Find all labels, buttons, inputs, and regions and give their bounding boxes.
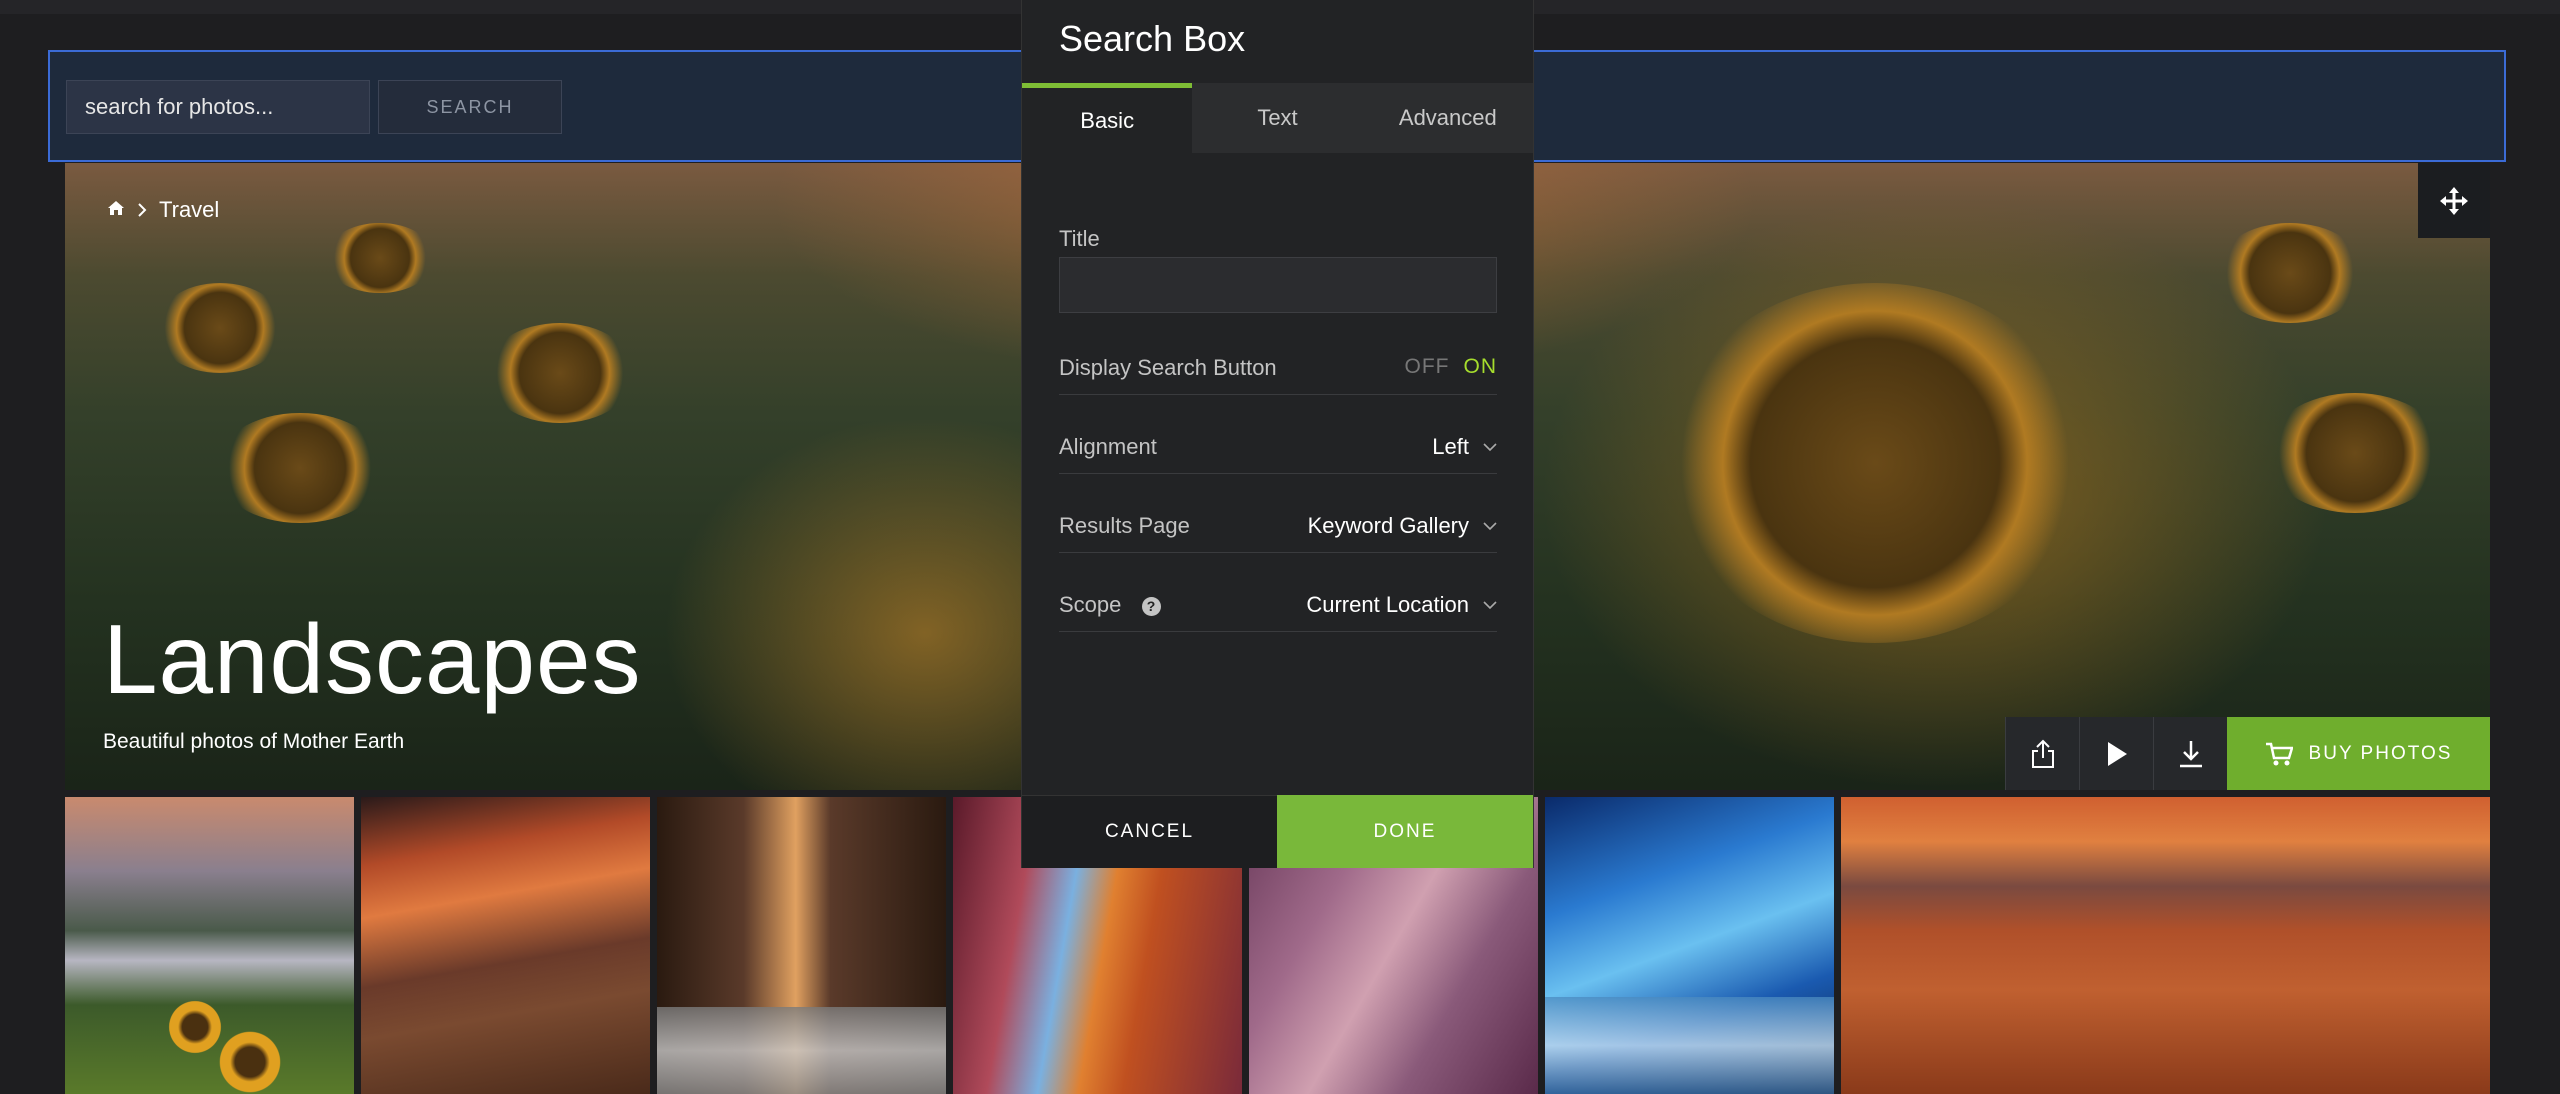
display-search-button-row: Display Search Button OFF ON bbox=[1059, 345, 1497, 395]
alignment-value: Left bbox=[1432, 434, 1469, 459]
move-icon bbox=[2440, 186, 2468, 215]
results-page-row[interactable]: Results Page Keyword Gallery bbox=[1059, 503, 1497, 553]
gallery-thumbnail[interactable] bbox=[657, 797, 946, 1094]
page-title: Landscapes bbox=[103, 604, 642, 714]
sunflower-decoration bbox=[155, 283, 285, 373]
tab-basic[interactable]: Basic bbox=[1022, 83, 1193, 153]
scope-row[interactable]: Scope ? Current Location bbox=[1059, 582, 1497, 632]
sunflower-decoration bbox=[325, 223, 435, 293]
done-button[interactable]: DONE bbox=[1277, 795, 1533, 868]
tab-text[interactable]: Text bbox=[1192, 83, 1363, 153]
results-page-label: Results Page bbox=[1059, 513, 1190, 538]
gallery-thumbnail[interactable] bbox=[361, 797, 650, 1094]
page-subtitle: Beautiful photos of Mother Earth bbox=[103, 730, 405, 753]
gallery-thumbnail[interactable] bbox=[1545, 797, 1834, 1094]
scope-value: Current Location bbox=[1306, 592, 1469, 617]
sunflower-decoration bbox=[2265, 393, 2445, 513]
alignment-row[interactable]: Alignment Left bbox=[1059, 424, 1497, 474]
breadcrumb: Travel bbox=[107, 197, 219, 223]
buy-photos-label: BUY PHOTOS bbox=[2308, 742, 2453, 764]
cart-icon bbox=[2265, 742, 2293, 765]
move-handle[interactable] bbox=[2418, 163, 2490, 238]
download-icon bbox=[2179, 740, 2202, 767]
sunflower-decoration bbox=[1665, 283, 2085, 643]
share-icon bbox=[2031, 739, 2054, 768]
dialog-title: Search Box bbox=[1059, 18, 1246, 59]
title-field-label: Title bbox=[1059, 226, 1100, 251]
home-icon[interactable] bbox=[107, 197, 125, 223]
search-box-settings-dialog: Search Box Basic Text Advanced Title Dis… bbox=[1021, 0, 1534, 868]
toggle-off[interactable]: OFF bbox=[1405, 355, 1450, 379]
sunflower-decoration bbox=[215, 413, 385, 523]
chevron-down-icon bbox=[1483, 521, 1497, 530]
breadcrumb-current[interactable]: Travel bbox=[159, 197, 219, 223]
hero-action-bar: BUY PHOTOS bbox=[2005, 717, 2490, 790]
cancel-button[interactable]: CANCEL bbox=[1022, 795, 1277, 868]
search-button[interactable]: SEARCH bbox=[378, 80, 562, 134]
slideshow-button[interactable] bbox=[2079, 717, 2153, 790]
chevron-down-icon bbox=[1483, 600, 1497, 609]
share-button[interactable] bbox=[2005, 717, 2079, 790]
dialog-footer: CANCEL DONE bbox=[1022, 795, 1533, 868]
results-page-value: Keyword Gallery bbox=[1307, 513, 1469, 538]
tab-advanced[interactable]: Advanced bbox=[1362, 83, 1533, 153]
toggle-on[interactable]: ON bbox=[1464, 355, 1498, 379]
display-search-button-label: Display Search Button bbox=[1059, 355, 1277, 380]
scope-label: Scope ? bbox=[1059, 592, 1161, 618]
alignment-label: Alignment bbox=[1059, 434, 1157, 459]
help-icon[interactable]: ? bbox=[1141, 596, 1161, 616]
chevron-right-icon bbox=[137, 197, 147, 223]
download-button[interactable] bbox=[2153, 717, 2227, 790]
search-input[interactable] bbox=[66, 80, 370, 134]
title-field[interactable] bbox=[1059, 257, 1497, 313]
gallery-thumbnail[interactable] bbox=[1841, 797, 2490, 1094]
buy-photos-button[interactable]: BUY PHOTOS bbox=[2227, 717, 2490, 790]
gallery-thumbnail[interactable] bbox=[65, 797, 354, 1094]
sunflower-decoration bbox=[2215, 223, 2365, 323]
play-icon bbox=[2107, 741, 2127, 766]
chevron-down-icon bbox=[1483, 442, 1497, 451]
dialog-tabs: Basic Text Advanced bbox=[1022, 83, 1533, 153]
sunflower-decoration bbox=[485, 323, 635, 423]
